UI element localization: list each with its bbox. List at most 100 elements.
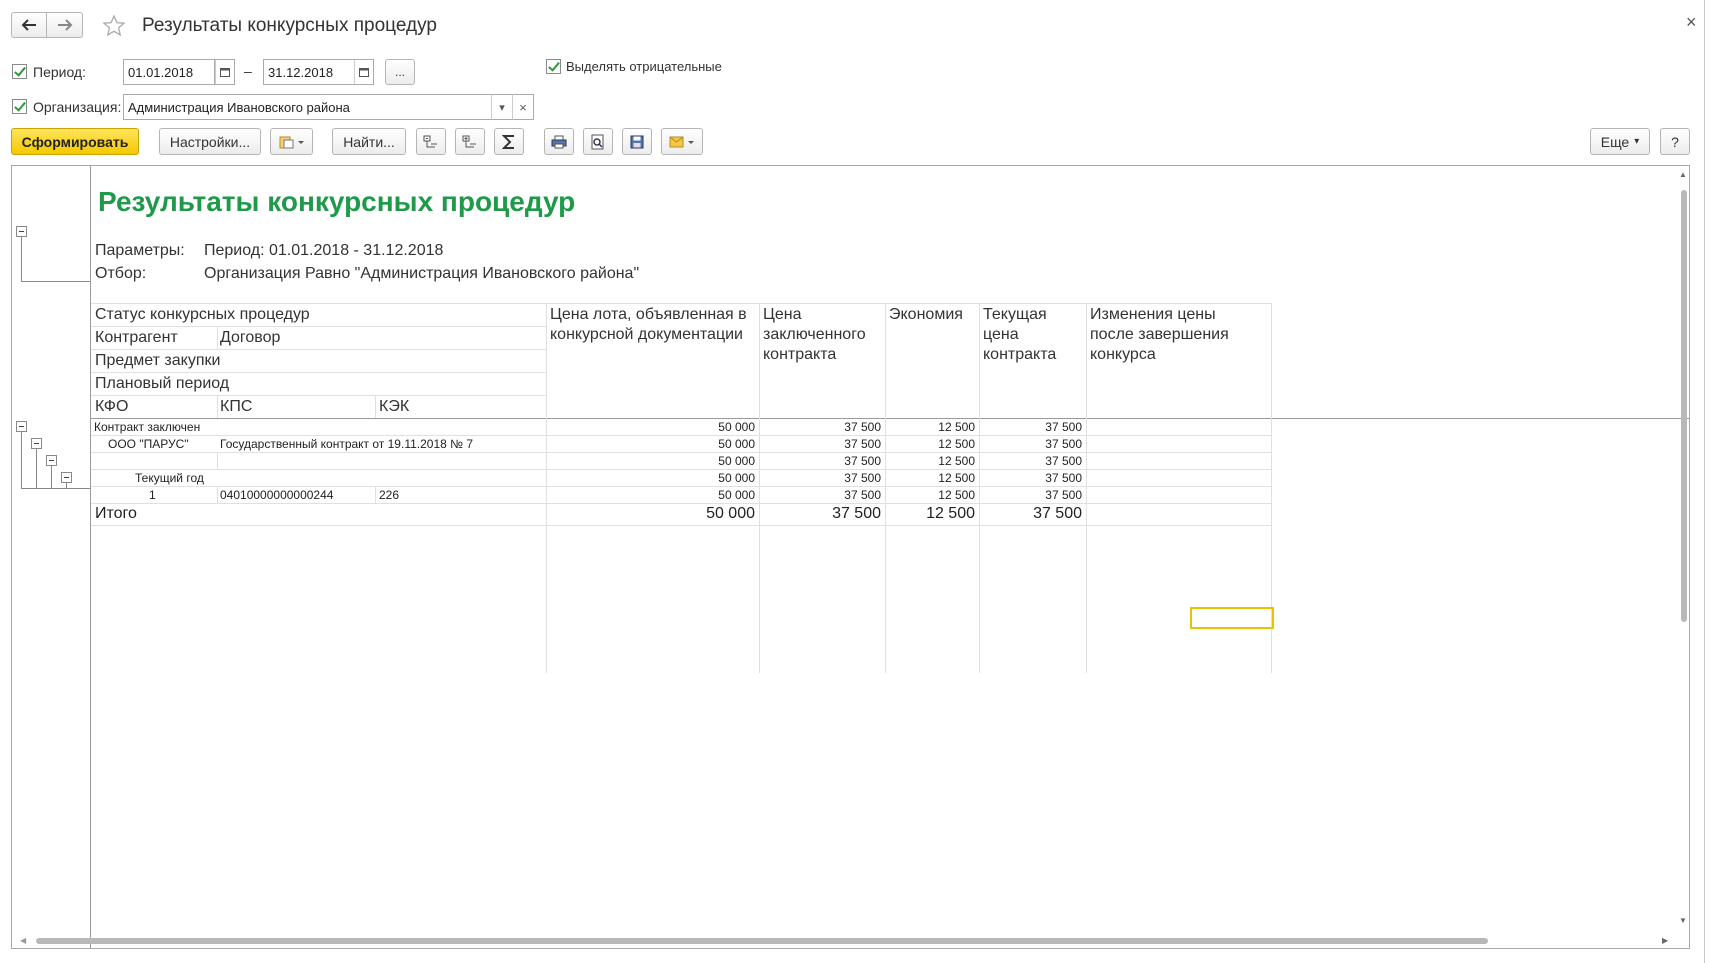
print-button[interactable] — [544, 128, 574, 155]
scroll-right-icon[interactable]: ▶ — [1662, 936, 1668, 945]
row-lot-price: 50 000 — [718, 437, 755, 451]
floppy-disk-icon — [630, 135, 644, 148]
collapse-group-icon[interactable] — [61, 472, 72, 483]
save-button[interactable] — [622, 128, 652, 155]
organization-checkbox[interactable] — [12, 99, 27, 114]
header-status: Статус конкурсных процедур — [95, 306, 310, 323]
row-current-price: 37 500 — [1045, 437, 1082, 451]
period-label: Период: — [33, 64, 86, 80]
total-contract-price: 37 500 — [832, 505, 881, 522]
row-savings: 12 500 — [938, 471, 975, 485]
row-lot-price: 50 000 — [718, 420, 755, 434]
email-button[interactable] — [661, 128, 703, 155]
envelope-icon — [669, 136, 694, 147]
collapse-group-icon[interactable] — [31, 438, 42, 449]
find-button[interactable]: Найти... — [332, 128, 406, 155]
chevron-down-icon: ▾ — [1634, 136, 1640, 147]
row-contract: Государственный контракт от 19.11.2018 №… — [220, 437, 474, 451]
expand-groups-icon — [462, 135, 476, 147]
row-status: Контракт заключен — [94, 420, 201, 434]
more-button[interactable]: Еще ▾ — [1590, 128, 1650, 155]
header-price-changes: Изменения цены после завершения конкурса — [1090, 306, 1229, 363]
period-dash: – — [244, 63, 252, 79]
row-contract-price: 37 500 — [844, 437, 881, 451]
collapse-header-icon[interactable] — [16, 226, 27, 237]
total-label: Итого — [95, 505, 137, 522]
grouping-gutter — [12, 166, 91, 948]
row-current-price: 37 500 — [1045, 454, 1082, 468]
settings-button[interactable]: Настройки... — [159, 128, 261, 155]
organization-label: Организация: — [33, 99, 122, 115]
favorite-star-icon[interactable] — [102, 14, 126, 38]
clipboard-icon — [279, 136, 304, 148]
period-checkbox[interactable] — [12, 64, 27, 79]
vertical-scroll-thumb[interactable] — [1681, 190, 1687, 622]
calendar-icon[interactable] — [354, 59, 374, 85]
generate-button[interactable]: Сформировать — [11, 128, 139, 155]
row-savings: 12 500 — [938, 454, 975, 468]
close-icon[interactable]: × — [1686, 12, 1697, 33]
row-savings: 12 500 — [938, 488, 975, 502]
row-kps: 04010000000000244 — [220, 488, 334, 502]
filter-value: Организация Равно "Администрация Ивановс… — [204, 265, 640, 282]
row-contract-price: 37 500 — [844, 471, 881, 485]
filter-label: Отбор: — [95, 265, 147, 282]
highlight-negative-label: Выделять отрицательные — [566, 59, 722, 74]
row-contract-price: 37 500 — [844, 454, 881, 468]
collapse-group-icon[interactable] — [16, 421, 27, 432]
header-plan-period: Плановый период — [95, 375, 230, 392]
highlight-negative-checkbox[interactable] — [546, 59, 561, 74]
horizontal-scroll-thumb[interactable] — [36, 938, 1488, 944]
collapse-groups-icon — [423, 135, 437, 147]
header-kfo: КФО — [95, 398, 129, 415]
calendar-icon[interactable] — [215, 59, 235, 85]
expand-groups-button[interactable] — [455, 128, 485, 155]
collapse-groups-button[interactable] — [416, 128, 446, 155]
preview-button[interactable] — [583, 128, 613, 155]
row-savings: 12 500 — [938, 420, 975, 434]
printer-icon — [551, 135, 567, 148]
row-plan-period: Текущий год — [135, 471, 204, 485]
chevron-down-icon[interactable]: ▾ — [491, 94, 513, 120]
row-lot-price: 50 000 — [718, 454, 755, 468]
scroll-left-icon[interactable]: ◀ — [20, 936, 26, 945]
header-lot-price: Цена лота, объявленная в конкурсной доку… — [550, 306, 747, 343]
row-current-price: 37 500 — [1045, 471, 1082, 485]
period-to-field[interactable]: 31.12.2018 — [263, 59, 355, 85]
organization-field[interactable]: Администрация Ивановского района — [123, 94, 493, 120]
report-title: Результаты конкурсных процедур — [98, 186, 576, 217]
header-contract-price: Цена заключенного контракта — [763, 306, 866, 363]
row-contract-price: 37 500 — [844, 420, 881, 434]
collapse-group-icon[interactable] — [46, 455, 57, 466]
selected-cell[interactable] — [1190, 607, 1274, 629]
scroll-down-icon[interactable]: ▼ — [1679, 916, 1687, 925]
row-kfo: 1 — [149, 488, 156, 502]
total-lot-price: 50 000 — [706, 505, 755, 522]
header-subject: Предмет закупки — [95, 352, 221, 369]
vertical-scrollbar[interactable]: ▲ ▼ — [1676, 166, 1689, 929]
sum-button[interactable] — [494, 128, 524, 155]
report-document[interactable]: Результаты конкурсных процедур Параметры… — [11, 165, 1690, 949]
header-kek: КЭК — [379, 398, 410, 415]
period-select-button[interactable]: ... — [385, 59, 415, 85]
total-current-price: 37 500 — [1033, 505, 1082, 522]
horizontal-scrollbar[interactable]: ◀ ▶ — [12, 934, 1676, 948]
arrow-left-icon — [21, 19, 36, 31]
row-savings: 12 500 — [938, 437, 975, 451]
params-label: Параметры: — [95, 242, 185, 259]
help-button[interactable]: ? — [1660, 128, 1690, 155]
arrow-right-icon — [57, 19, 72, 31]
params-value: Период: 01.01.2018 - 31.12.2018 — [204, 242, 444, 259]
scroll-up-icon[interactable]: ▲ — [1679, 170, 1687, 179]
variant-button[interactable] — [270, 128, 313, 155]
clear-icon[interactable]: × — [512, 94, 534, 120]
window-title: Результаты конкурсных процедур — [142, 15, 437, 36]
row-lot-price: 50 000 — [718, 488, 755, 502]
row-kek: 226 — [379, 488, 400, 502]
period-from-field[interactable]: 01.01.2018 — [123, 59, 215, 85]
total-savings: 12 500 — [926, 505, 975, 522]
sigma-icon — [502, 134, 514, 149]
forward-button[interactable] — [47, 12, 83, 38]
row-counterparty: ООО "ПАРУС" — [108, 437, 189, 451]
back-button[interactable] — [11, 12, 47, 38]
